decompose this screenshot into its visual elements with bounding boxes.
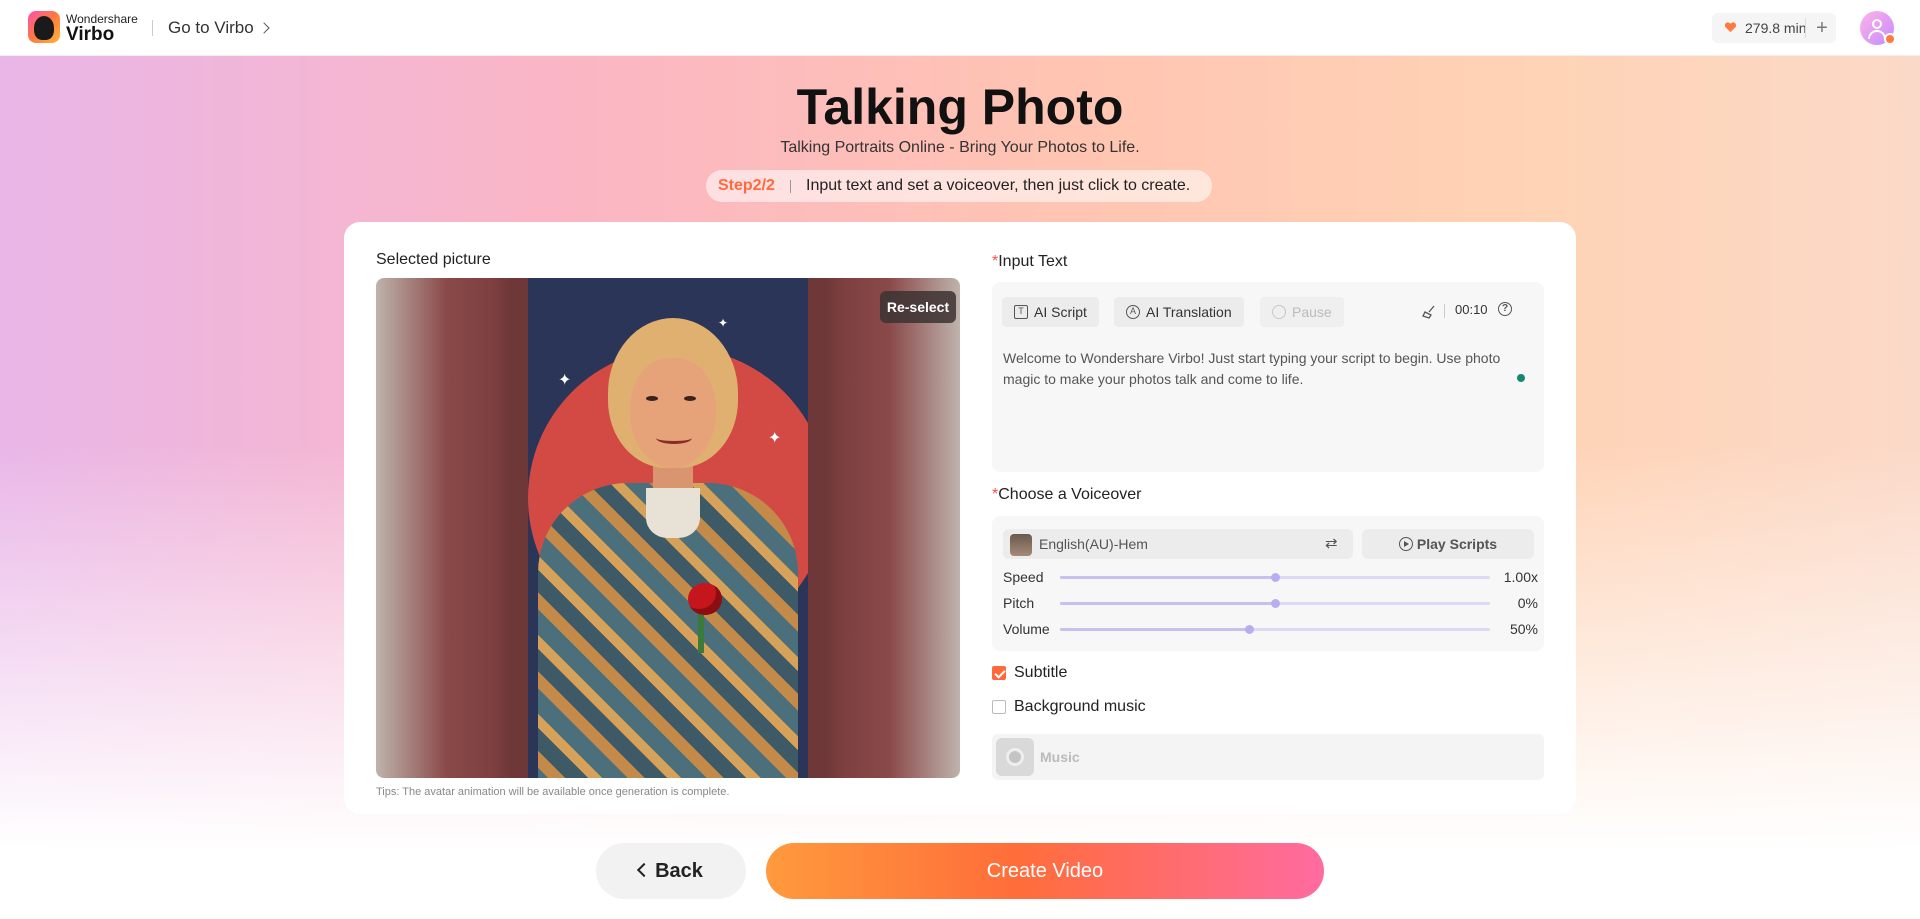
page-subtitle: Talking Portraits Online - Bring Your Ph… xyxy=(780,139,1140,156)
ai-translation-label: AI Translation xyxy=(1146,304,1232,320)
credits-value: 279.8 min xyxy=(1745,20,1807,36)
pitch-value: 0% xyxy=(1517,595,1538,611)
brand-name[interactable]: Virbo xyxy=(66,25,114,45)
clear-text-icon[interactable] xyxy=(1422,305,1436,319)
pitch-slider[interactable]: Pitch 0% xyxy=(1003,594,1538,612)
virbo-logo-icon[interactable] xyxy=(28,11,60,43)
play-icon xyxy=(1398,537,1413,551)
credits-divider xyxy=(1805,18,1806,38)
step-divider xyxy=(790,180,791,193)
input-text-label-text: Input Text xyxy=(998,253,1068,270)
tips-text: Tips: The avatar animation will be avail… xyxy=(376,786,730,798)
speed-slider[interactable]: Speed 1.00x xyxy=(1003,568,1538,586)
subtitle-checkbox[interactable] xyxy=(992,666,1006,680)
music-disc-icon xyxy=(996,738,1034,776)
volume-label: Volume xyxy=(1003,621,1050,637)
speed-label: Speed xyxy=(1003,569,1044,585)
page-title: Talking Photo xyxy=(796,79,1124,135)
main-card: Selected picture ✦ ✦ ✦ Re-select Tips: T… xyxy=(344,222,1576,814)
pitch-knob[interactable] xyxy=(1271,599,1280,608)
volume-track[interactable] xyxy=(1060,625,1490,634)
input-text-label: *Input Text xyxy=(992,253,1067,271)
script-duration: 00:10 xyxy=(1455,302,1488,317)
volume-knob[interactable] xyxy=(1245,625,1255,634)
volume-slider[interactable]: Volume 50% xyxy=(1003,620,1538,638)
voice-name: English(AU)-Hem xyxy=(1039,536,1148,552)
speed-track[interactable] xyxy=(1060,573,1490,582)
pause-button[interactable]: Pause xyxy=(1260,297,1344,327)
speed-value: 1.00x xyxy=(1503,569,1538,585)
ai-script-button[interactable]: T AI Script xyxy=(1002,297,1099,327)
voice-selector[interactable]: English(AU)-Hem ⇄ xyxy=(1003,529,1353,559)
background-music-label: Background music xyxy=(1014,698,1146,715)
go-to-virbo-link[interactable]: Go to Virbo xyxy=(168,18,270,38)
user-badge-icon xyxy=(1884,33,1896,45)
go-to-virbo-label: Go to Virbo xyxy=(168,18,254,37)
portrait-image: ✦ ✦ ✦ xyxy=(528,278,808,778)
step-description: Input text and set a voiceover, then jus… xyxy=(806,177,1191,194)
ai-script-icon: T xyxy=(1014,305,1028,319)
ai-translation-button[interactable]: A AI Translation xyxy=(1114,297,1244,327)
play-scripts-label: Play Scripts xyxy=(1416,536,1498,552)
speed-knob[interactable] xyxy=(1271,573,1280,582)
back-button[interactable]: Back xyxy=(596,843,746,899)
voiceover-label-text: Choose a Voiceover xyxy=(998,486,1142,503)
chevron-left-icon xyxy=(637,862,652,878)
swap-voice-icon[interactable]: ⇄ xyxy=(1325,536,1343,551)
credit-heart-icon xyxy=(1724,22,1737,33)
background-music-checkbox[interactable] xyxy=(992,700,1006,714)
chevron-right-icon xyxy=(258,22,270,34)
voiceover-label: *Choose a Voiceover xyxy=(992,486,1141,504)
volume-value: 50% xyxy=(1509,621,1538,637)
pitch-label: Pitch xyxy=(1003,595,1035,611)
play-scripts-button[interactable]: Play Scripts xyxy=(1362,529,1534,559)
script-text[interactable]: Welcome to Wondershare Virbo! Just start… xyxy=(1003,348,1523,390)
pause-label: Pause xyxy=(1292,304,1332,320)
music-selector: Music xyxy=(992,734,1544,780)
step-number: Step2/2 xyxy=(718,177,775,194)
reselect-button[interactable]: Re-select xyxy=(880,291,956,323)
help-icon[interactable]: ? xyxy=(1498,302,1512,316)
ai-translation-icon: A xyxy=(1126,305,1140,319)
add-credits-button[interactable]: + xyxy=(1812,16,1832,40)
selected-photo: ✦ ✦ ✦ Re-select xyxy=(376,278,960,778)
music-label: Music xyxy=(1040,749,1080,765)
top-bar: Wondershare Virbo Go to Virbo 279.8 min … xyxy=(0,0,1920,56)
subtitle-label: Subtitle xyxy=(1014,664,1068,681)
credits-balance[interactable]: 279.8 min + xyxy=(1712,13,1836,43)
header-divider xyxy=(152,20,153,36)
pause-icon xyxy=(1272,305,1286,319)
ai-script-label: AI Script xyxy=(1034,304,1087,320)
grammar-status-icon xyxy=(1517,374,1525,382)
voiceover-panel: English(AU)-Hem ⇄ Play Scripts Speed 1.0… xyxy=(992,516,1544,651)
script-editor[interactable]: T AI Script A AI Translation Pause 00:10… xyxy=(992,282,1544,472)
selected-picture-label: Selected picture xyxy=(376,251,491,268)
pitch-track[interactable] xyxy=(1060,599,1490,608)
toolbar-divider xyxy=(1444,304,1445,318)
user-avatar[interactable] xyxy=(1860,11,1896,45)
create-video-button[interactable]: Create Video xyxy=(766,843,1324,899)
back-label: Back xyxy=(655,860,703,882)
step-indicator: Step2/2 Input text and set a voiceover, … xyxy=(706,170,1212,202)
voice-avatar xyxy=(1010,534,1032,556)
